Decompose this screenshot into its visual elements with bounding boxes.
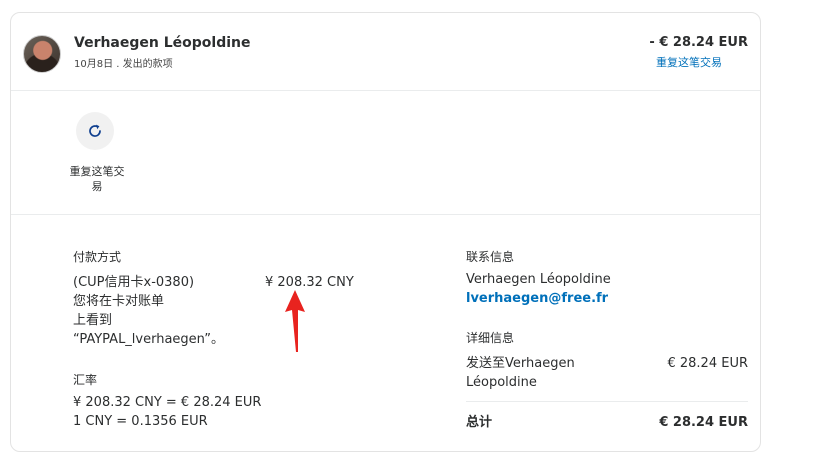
contact-name: Verhaegen Léopoldine [466, 272, 611, 287]
payment-method-line: (CUP信用卡x-0380) [73, 275, 195, 290]
payment-method-line: 您将在卡对账单 [73, 294, 165, 309]
exchange-rate-title: 汇率 [73, 373, 98, 387]
payment-method-line: “PAYPAL_lverhaegen”。 [73, 332, 224, 347]
payment-method-line: 上看到 [73, 313, 113, 328]
contact-info-title: 联系信息 [466, 250, 515, 264]
total-amount: € 28.24 EUR [659, 415, 748, 430]
payment-method-title: 付款方式 [73, 250, 122, 264]
sent-to-label: 发送至Verhaegen [466, 356, 575, 371]
divider [466, 401, 748, 402]
repeat-transaction-button[interactable] [76, 112, 114, 150]
divider [11, 90, 760, 91]
repeat-transaction-label: 重复这笔交易 [69, 165, 125, 193]
exchange-rate-line: ¥ 208.32 CNY = € 28.24 EUR [73, 395, 262, 410]
total-label: 总计 [466, 415, 493, 430]
details-title: 详细信息 [466, 331, 515, 345]
transaction-card: Verhaegen Léopoldine 10月8日 . 发出的款项 - € 2… [10, 12, 761, 452]
transaction-amount: - € 28.24 EUR [649, 35, 748, 50]
repeat-transaction-link[interactable]: 重复这笔交易 [656, 54, 722, 70]
refresh-icon [89, 124, 101, 137]
annotation-arrow-icon [285, 290, 305, 352]
contact-email-link[interactable]: lverhaegen@free.fr [466, 290, 608, 308]
transaction-date: 10月8日 . 发出的款项 [74, 59, 173, 70]
recipient-name: Verhaegen Léopoldine [74, 35, 251, 51]
exchange-rate-line: 1 CNY = 0.1356 EUR [73, 414, 208, 429]
sent-amount: € 28.24 EUR [667, 356, 748, 371]
avatar [23, 35, 61, 73]
sent-to-label: Léopoldine [466, 375, 537, 390]
divider [11, 214, 760, 215]
